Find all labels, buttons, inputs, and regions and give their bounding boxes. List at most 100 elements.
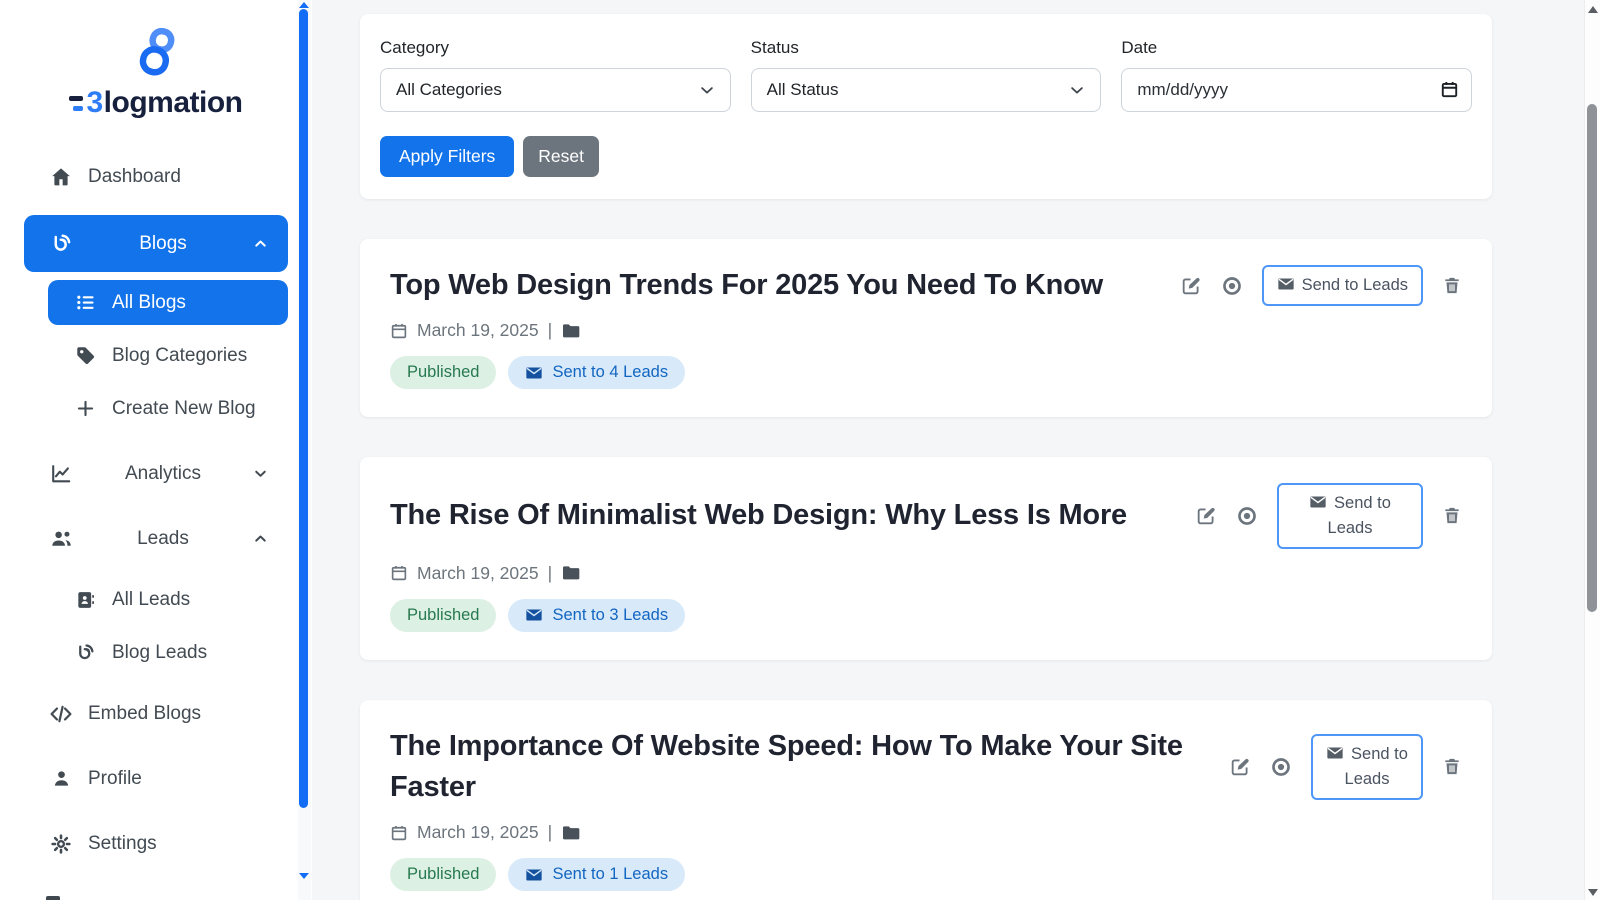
chevron-up-icon	[252, 235, 270, 252]
sidebar-item-label: Dashboard	[88, 166, 181, 188]
send-to-leads-button[interactable]: Send to Leads	[1277, 483, 1423, 549]
sidebar-item-blog-categories[interactable]: Blog Categories	[48, 333, 288, 378]
reset-button[interactable]: Reset	[523, 136, 599, 177]
sidebar-item-label: Settings	[88, 833, 157, 855]
sidebar-item-label: All Leads	[112, 589, 190, 611]
partial-nav-icon	[46, 896, 60, 900]
blog-actions: Send to Leads	[1189, 483, 1462, 549]
date-input[interactable]	[1121, 68, 1472, 112]
delete-trash-icon[interactable]	[1442, 505, 1462, 526]
chevron-down-icon	[252, 465, 270, 482]
sidebar-item-settings[interactable]: Settings	[24, 821, 288, 866]
apply-filters-button[interactable]: Apply Filters	[380, 136, 514, 177]
delete-trash-icon[interactable]	[1442, 756, 1462, 777]
meta-separator: |	[548, 320, 553, 341]
gear-icon	[48, 833, 74, 855]
view-eye-icon[interactable]	[1221, 275, 1243, 297]
blog-actions: Send to Leads	[1223, 734, 1462, 800]
page-scrollbar-thumb[interactable]	[1587, 104, 1597, 612]
brand-initial: 3	[86, 86, 102, 120]
blog-badges: Published Sent to 3 Leads	[390, 599, 1462, 632]
sidebar-item-blogs[interactable]: Blogs	[24, 215, 288, 272]
meta-separator: |	[548, 563, 553, 584]
blog-icon	[72, 643, 98, 663]
sidebar-item-all-leads[interactable]: All Leads	[48, 577, 288, 622]
envelope-icon	[1309, 493, 1327, 511]
edit-icon[interactable]	[1229, 756, 1251, 778]
scroll-up-arrow[interactable]	[1588, 6, 1598, 13]
page-scrollbar[interactable]	[1584, 0, 1600, 900]
blog-date: March 19, 2025	[417, 822, 539, 843]
sidebar-item-label: Leads	[74, 528, 252, 550]
scroll-down-arrow[interactable]	[1588, 889, 1598, 896]
envelope-icon	[525, 606, 543, 624]
blog-badges: Published Sent to 1 Leads	[390, 858, 1462, 891]
date-label: Date	[1121, 38, 1472, 58]
user-icon	[48, 768, 74, 789]
tag-icon	[72, 345, 98, 366]
sidebar-item-leads[interactable]: Leads	[24, 516, 288, 561]
sidebar-item-profile[interactable]: Profile	[24, 756, 288, 801]
sidebar-item-embed-blogs[interactable]: Embed Blogs	[24, 691, 288, 736]
category-selected-value: All Categories	[396, 80, 502, 100]
brand-wordmark: 3logmation	[0, 86, 312, 120]
users-icon	[48, 527, 74, 550]
sidebar-item-label: Blogs	[74, 233, 252, 255]
sidebar: 3logmation Dashboard Blogs All Blogs	[0, 0, 312, 900]
meta-separator: |	[548, 822, 553, 843]
plus-icon	[72, 398, 98, 419]
category-label: Category	[380, 38, 731, 58]
envelope-icon	[525, 866, 543, 884]
chart-line-icon	[48, 463, 74, 485]
sent-leads-badge: Sent to 1 Leads	[508, 858, 685, 891]
sidebar-scrollbar[interactable]	[298, 0, 311, 900]
view-eye-icon[interactable]	[1270, 756, 1292, 778]
blog-card: Top Web Design Trends For 2025 You Need …	[360, 239, 1492, 417]
status-badge: Published	[390, 356, 496, 389]
envelope-icon	[525, 364, 543, 382]
folder-icon	[561, 321, 581, 341]
view-eye-icon[interactable]	[1236, 505, 1258, 527]
send-to-leads-button[interactable]: Send to Leads	[1262, 265, 1423, 306]
envelope-icon	[1326, 744, 1344, 762]
blog-date: March 19, 2025	[417, 563, 539, 584]
blog-meta: March 19, 2025 |	[390, 320, 1462, 341]
delete-trash-icon[interactable]	[1442, 275, 1462, 296]
sidebar-scrollbar-thumb[interactable]	[299, 9, 308, 808]
blog-icon	[48, 233, 74, 255]
folder-icon	[561, 563, 581, 583]
calendar-icon	[390, 322, 408, 340]
logo-dashes-decoration	[69, 96, 83, 111]
code-icon	[48, 702, 74, 726]
main-content: Category All Categories Status All Statu…	[312, 0, 1600, 900]
sidebar-item-dashboard[interactable]: Dashboard	[24, 154, 288, 199]
sidebar-item-analytics[interactable]: Analytics	[24, 451, 288, 496]
category-select[interactable]: All Categories	[380, 68, 731, 112]
blog-title: The Importance Of Website Speed: How To …	[390, 726, 1223, 808]
sidebar-item-all-blogs[interactable]: All Blogs	[48, 280, 288, 325]
sidebar-item-create-new-blog[interactable]: Create New Blog	[48, 386, 288, 431]
scroll-down-arrow[interactable]	[299, 873, 309, 879]
filters-panel: Category All Categories Status All Statu…	[360, 14, 1492, 199]
edit-icon[interactable]	[1180, 275, 1202, 297]
brand-logo: 3logmation	[0, 28, 312, 120]
edit-icon[interactable]	[1195, 505, 1217, 527]
blog-card: The Rise Of Minimalist Web Design: Why L…	[360, 457, 1492, 660]
home-icon	[48, 166, 74, 188]
status-select[interactable]: All Status	[751, 68, 1102, 112]
scroll-up-arrow[interactable]	[299, 2, 309, 8]
blog-date: March 19, 2025	[417, 320, 539, 341]
sidebar-item-label: Embed Blogs	[88, 703, 201, 725]
folder-icon	[561, 823, 581, 843]
brand-rest: logmation	[104, 86, 243, 120]
list-icon	[72, 292, 98, 313]
blog-badges: Published Sent to 4 Leads	[390, 356, 1462, 389]
address-book-icon	[72, 590, 98, 610]
send-to-leads-button[interactable]: Send to Leads	[1311, 734, 1423, 800]
status-selected-value: All Status	[767, 80, 839, 100]
blog-meta: March 19, 2025 |	[390, 563, 1462, 584]
sidebar-item-label: Blog Leads	[112, 642, 207, 664]
sidebar-item-blog-leads[interactable]: Blog Leads	[48, 630, 288, 675]
category-filter-group: Category All Categories	[380, 38, 731, 112]
blogmation-logo-icon	[130, 28, 182, 84]
